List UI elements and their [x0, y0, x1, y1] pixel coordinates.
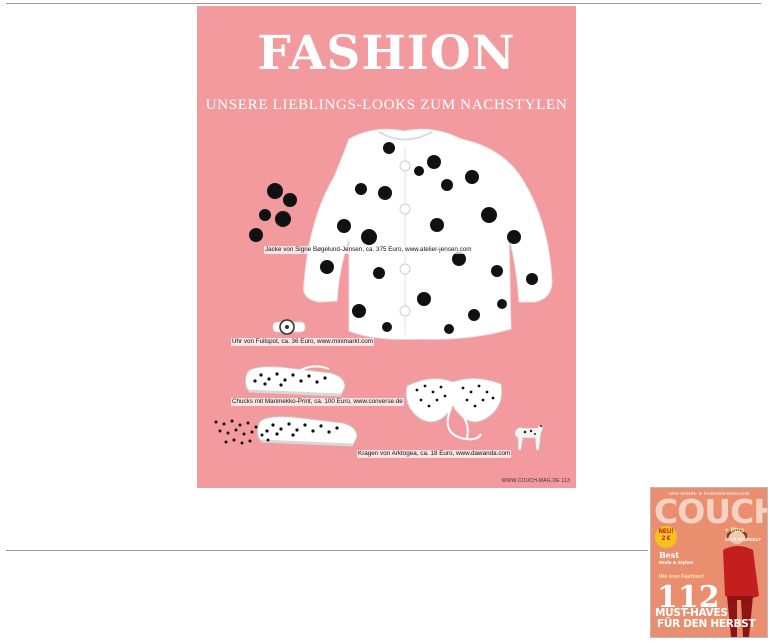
polka-dot-jacket	[303, 128, 553, 340]
cover-logo: COUCH	[654, 492, 767, 531]
collar-caption: Kragen von Arktogea, ca. 18 Euro, www.da…	[357, 450, 512, 458]
shoes-caption: Chucks mit Marimekko-Print, ca. 100 Euro…	[231, 398, 404, 406]
cover-line-best: Best	[659, 550, 680, 560]
badge-line2: 2 €	[661, 536, 671, 542]
badge-line1: NEU!	[658, 529, 674, 535]
watch-caption: Uhr von Fullspot, ca. 36 Euro, www.minim…	[231, 338, 375, 346]
magazine-cover-thumbnail[interactable]: UNS WOHN- & FASHION-MAGAZIN COUCH NEU! 2…	[651, 488, 767, 637]
page-title: FASHION	[257, 26, 516, 81]
cover-line-diy: DO IT YOURSELF	[725, 537, 761, 542]
top-divider	[6, 3, 761, 4]
cover-line-must: MUST-HAVES	[655, 607, 728, 619]
jacket-caption: Jacke von Signe Bøgelund-Jensen, ca. 375…	[264, 246, 473, 254]
page-subtitle: UNSERE LIEBLINGS-LOOKS ZUM NACHSTYLEN	[205, 96, 568, 113]
cover-line-mode: Mode & Styles!	[659, 561, 694, 566]
cover-line-plus: + Plus	[725, 527, 745, 534]
price-badge: NEU! 2 €	[655, 526, 677, 548]
bottom-divider	[6, 550, 648, 551]
watch-illustration	[272, 319, 306, 335]
dalmatian-figurine	[514, 424, 544, 451]
dot-cluster	[214, 419, 270, 445]
fashion-page: FASHION UNSERE LIEBLINGS-LOOKS ZUM NACHS…	[197, 6, 576, 488]
cover-line-fur: FÜR DEN HERBST	[657, 618, 756, 630]
collar-illustration	[405, 378, 503, 441]
page-folio: WWW.COUCH-MAG.DE 113	[501, 478, 570, 484]
